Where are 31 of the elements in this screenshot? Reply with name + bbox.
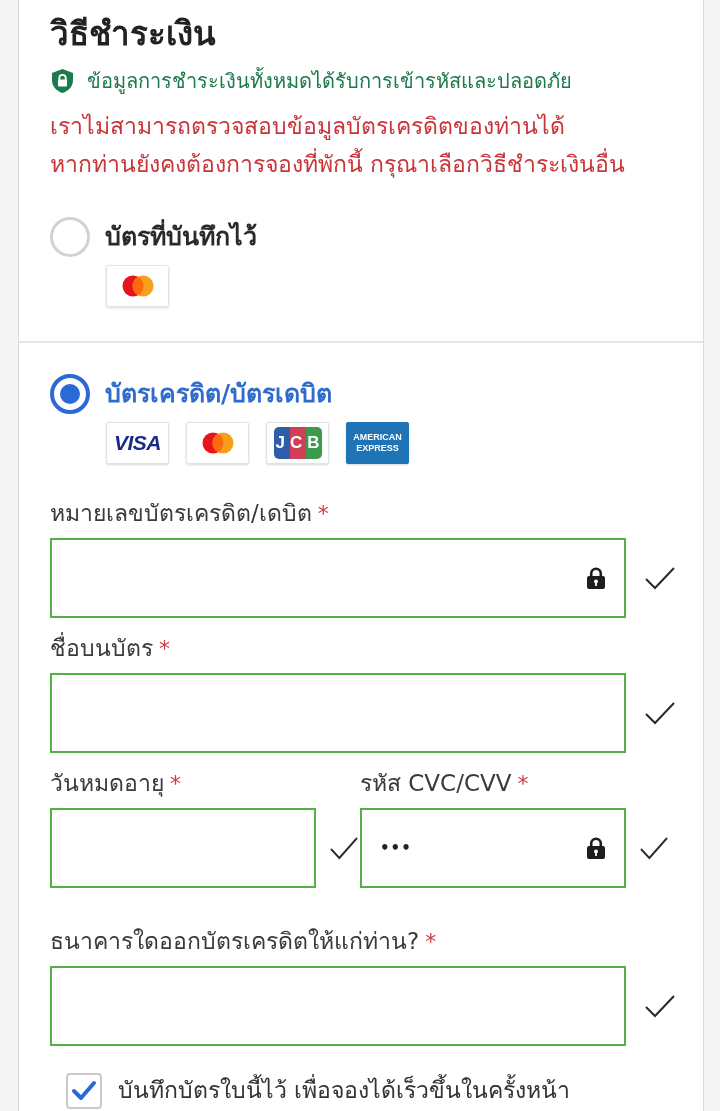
required-asterisk: *	[317, 500, 329, 528]
input-field[interactable]	[50, 808, 316, 888]
section-title: วิธีชำระเงิน	[50, 13, 217, 55]
input-field[interactable]	[50, 966, 626, 1046]
save-card-label[interactable]: บันทึกบัตรใบนี้ไว้ เพื่อจองได้เร็วขึ้นในครั้งหน้า	[118, 1073, 571, 1107]
input-field[interactable]: •••	[360, 808, 626, 888]
checkmark-icon	[71, 1080, 97, 1102]
overlapping-circles-icon	[186, 422, 249, 464]
field-label: หมายเลขบัตรเครดิต/เดบิต	[50, 499, 312, 528]
checkbox[interactable]	[66, 1073, 102, 1109]
field-label: รหัส CVC/CVV	[360, 769, 512, 798]
payment-method-label[interactable]: บัตรที่บันทึกไว้	[105, 220, 257, 254]
lock-icon	[587, 567, 605, 589]
visa-logo: VISA	[106, 422, 169, 464]
input-field[interactable]	[50, 538, 626, 618]
shield-lock-icon	[52, 69, 73, 93]
secure-payment-note: ข้อมูลการชำระเงินทั้งหมดได้รับการเข้ารหัสและปลอดภัย	[87, 68, 572, 94]
error-message: เราไม่สามารถตรวจสอบข้อมูลบัตรเครดิตของท่านได้ หากท่านยังคงต้องการจองที่พักนี้ กรุณาเลือกวิธีชำระเงินอื่น	[50, 112, 627, 180]
required-asterisk: *	[159, 635, 170, 663]
field-label: ธนาคารใดออกบัตรเครดิตให้แก่ท่าน?	[50, 927, 420, 956]
radio-button[interactable]	[50, 374, 90, 414]
overlapping-circles-icon	[106, 265, 169, 307]
field-label: ชื่อบนบัตร	[50, 632, 153, 664]
lock-icon	[587, 837, 605, 859]
field-label: วันหมดอายุ	[50, 769, 164, 799]
required-asterisk: *	[425, 928, 437, 956]
payment-method-label[interactable]: บัตรเครดิต/บัตรเดบิต	[105, 377, 333, 411]
required-asterisk: *	[170, 770, 181, 798]
input-field[interactable]	[50, 673, 626, 753]
amex-logo: AMERICAN EXPRESS	[346, 422, 409, 464]
required-asterisk: *	[517, 770, 529, 798]
